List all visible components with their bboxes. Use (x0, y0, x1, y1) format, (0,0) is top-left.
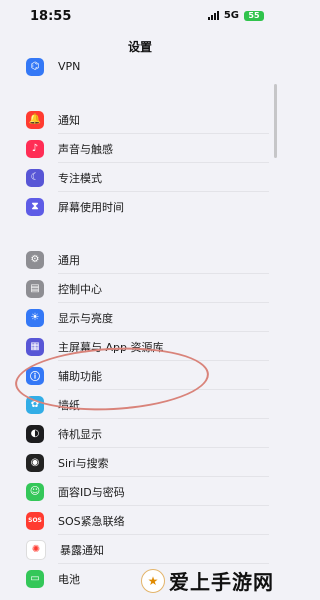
settings-row-label: VPN (58, 60, 81, 73)
status-bar: 18:55 5G 55 (0, 0, 280, 34)
status-time: 18:55 (30, 9, 72, 24)
settings-row[interactable]: ◉ Siri与搜索 (17, 448, 269, 477)
gear-icon: ⚙ (26, 250, 44, 269)
bell-icon: 🔔 (26, 110, 44, 129)
settings-row-label: 通知 (58, 113, 80, 127)
faceid-icon: ☺ (26, 482, 44, 501)
siri-icon: ◉ (26, 453, 44, 472)
settings-row-label: 屏幕使用时间 (58, 200, 124, 214)
settings-row-label: 暴露通知 (60, 543, 104, 557)
settings-row[interactable]: ▤ 控制中心 (17, 274, 269, 303)
settings-row[interactable]: ◐ 待机显示 (17, 419, 269, 448)
settings-group-general: ⚙ 通用 ▤ 控制中心 ☀ 显示与亮度 ▦ 主屏幕与 App 资源库 ⓘ 辅助功能 ✿ 墙纸 ◐ 待机显示… (17, 245, 269, 593)
settings-row-label: 待机显示 (58, 427, 102, 441)
settings-row-label: 面容ID与密码 (58, 485, 125, 499)
hourglass-icon: ⧗ (26, 197, 44, 216)
settings-row-label: 声音与触感 (58, 142, 113, 156)
settings-row[interactable]: ⚙ 通用 (17, 245, 269, 274)
settings-row[interactable]: ☀ 显示与亮度 (17, 303, 269, 332)
settings-row[interactable]: ☾ 专注模式 (17, 163, 269, 192)
settings-row[interactable]: ⌬ VPN (17, 52, 269, 81)
settings-row[interactable]: ⧗ 屏幕使用时间 (17, 192, 269, 221)
settings-row[interactable]: ✺ 暴露通知 (17, 535, 269, 564)
settings-row[interactable]: SOS SOS紧急联络 (17, 506, 269, 535)
standby-icon: ◐ (26, 424, 44, 443)
settings-row[interactable]: ♪ 声音与触感 (17, 134, 269, 163)
speaker-icon: ♪ (26, 139, 44, 158)
settings-row-label: SOS紧急联络 (58, 514, 125, 528)
battery-indicator: 55 (244, 10, 264, 21)
sos-icon: SOS (26, 511, 44, 530)
settings-row-label: 控制中心 (58, 282, 102, 296)
settings-row-label: Siri与搜索 (58, 456, 109, 470)
network-label: 5G (223, 10, 239, 21)
scrollbar[interactable] (274, 84, 277, 158)
settings-row[interactable]: 🔔 通知 (17, 105, 269, 134)
brightness-icon: ☀ (26, 308, 44, 327)
signal-icon (207, 11, 219, 20)
watermark-logo-icon: ★ (141, 568, 165, 593)
moon-icon: ☾ (26, 168, 44, 187)
exposure-icon: ✺ (26, 539, 46, 560)
settings-row[interactable]: ☺ 面容ID与密码 (17, 477, 269, 506)
settings-row-label: 专注模式 (58, 171, 102, 185)
toggles-icon: ▤ (26, 279, 44, 298)
settings-row-label: 通用 (58, 253, 80, 267)
vpn-icon: ⌬ (26, 57, 44, 76)
settings-row-label: 显示与亮度 (58, 311, 113, 325)
settings-row-label: 电池 (58, 572, 80, 586)
watermark: ★ 爱上手游网 (141, 566, 274, 595)
settings-group-top: ⌬ VPN (17, 52, 269, 81)
watermark-text: 爱上手游网 (169, 570, 274, 594)
home-grid-icon: ▦ (26, 337, 44, 356)
settings-group-notifications: 🔔 通知 ♪ 声音与触感 ☾ 专注模式 ⧗ 屏幕使用时间 (17, 105, 269, 221)
battery-icon: ▭ (26, 569, 44, 588)
status-indicators: 5G 55 (207, 10, 264, 21)
